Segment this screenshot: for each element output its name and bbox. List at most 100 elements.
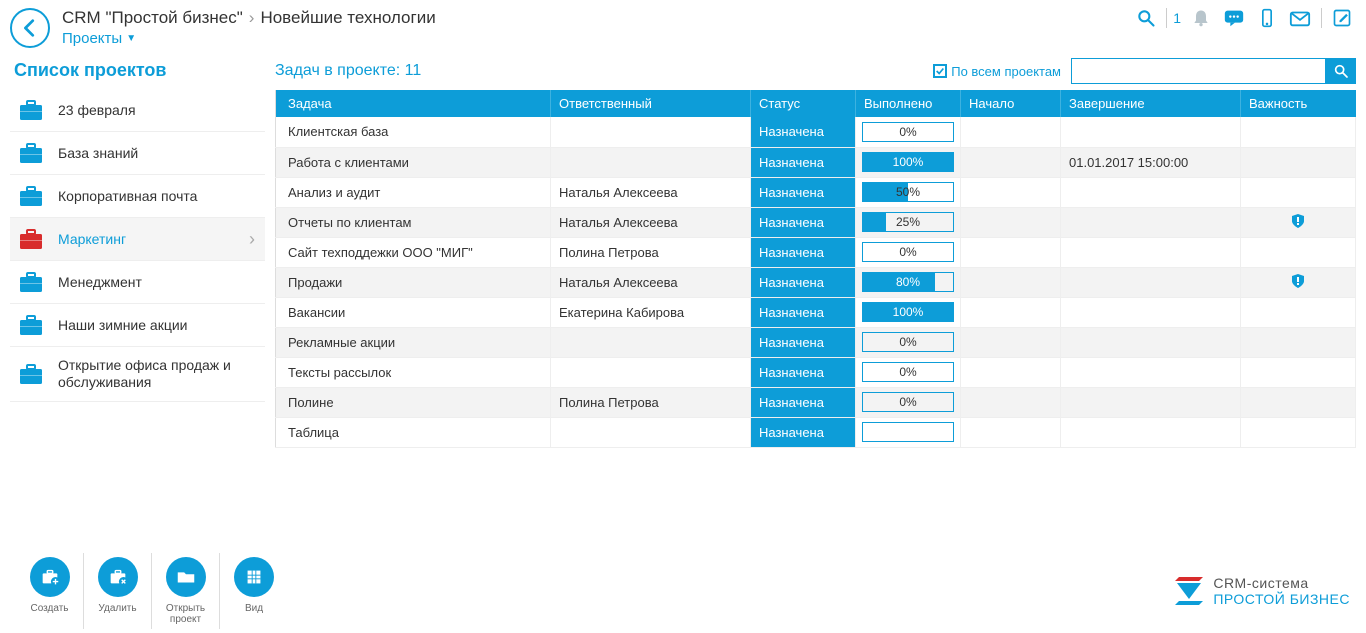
table-row[interactable]: Полине Полина Петрова Назначена 0% [276,387,1356,417]
progress-bar: 0% [862,122,954,142]
cell-status: Назначена [751,237,856,267]
chat-button[interactable] [1219,6,1249,30]
cell-responsible [551,117,751,147]
sidebar-item-project[interactable]: База знаний [10,132,265,175]
progress-bar: 50% [862,182,954,202]
col-done[interactable]: Выполнено [856,90,961,117]
content-area: Задач в проекте: 11 По всем проектам Зад… [265,52,1366,548]
cell-responsible [551,357,751,387]
sidebar-item-label: Маркетинг [58,231,126,248]
briefcase-x-icon [107,566,129,588]
cell-done: 80% [856,267,961,297]
bell-button[interactable] [1187,6,1215,30]
progress-value: 50% [863,183,953,201]
progress-bar: 0% [862,332,954,352]
cell-start [961,267,1061,297]
tasks-table: Задача Ответственный Статус Выполнено На… [275,90,1356,448]
cell-status: Назначена [751,267,856,297]
search-button[interactable] [1326,58,1356,84]
cell-start [961,417,1061,447]
cell-importance [1241,147,1356,177]
progress-bar [862,422,954,442]
col-responsible[interactable]: Ответственный [551,90,751,117]
cell-start [961,177,1061,207]
sidebar-item-project[interactable]: Корпоративная почта [10,175,265,218]
create-button[interactable]: Создать [16,553,84,629]
cell-responsible: Наталья Алексеева [551,207,751,237]
cell-done: 25% [856,207,961,237]
dropdown-triangle-icon: ▼ [126,33,136,44]
edit-button[interactable] [1328,6,1356,30]
cell-responsible: Наталья Алексеева [551,177,751,207]
progress-bar: 80% [862,272,954,292]
table-row[interactable]: Сайт техподдежки ООО "МИГ" Полина Петров… [276,237,1356,267]
breadcrumb-project[interactable]: Новейшие технологии [260,8,435,28]
projects-dropdown[interactable]: Проекты ▼ [62,30,1132,47]
search-icon-button[interactable] [1132,6,1160,30]
table-row[interactable]: Работа с клиентами Назначена 100% 01.01.… [276,147,1356,177]
progress-value: 25% [863,213,953,231]
sidebar-item-label: Корпоративная почта [58,188,197,205]
sidebar-item-project[interactable]: Наши зимние акции [10,304,265,347]
table-row[interactable]: Рекламные акции Назначена 0% [276,327,1356,357]
header-toolbar: 1 [1132,4,1356,30]
col-status[interactable]: Статус [751,90,856,117]
table-row[interactable]: Продажи Наталья Алексеева Назначена 80% [276,267,1356,297]
cell-task: Отчеты по клиентам [276,207,551,237]
cell-responsible: Екатерина Кабирова [551,297,751,327]
col-start[interactable]: Начало [961,90,1061,117]
folder-icon [175,566,197,588]
sidebar-item-project[interactable]: 23 февраля [10,89,265,132]
table-row[interactable]: Отчеты по клиентам Наталья Алексеева Наз… [276,207,1356,237]
content-toolbar: Задач в проекте: 11 По всем проектам [275,58,1356,84]
col-end[interactable]: Завершение [1061,90,1241,117]
cell-start [961,147,1061,177]
cell-responsible: Полина Петрова [551,237,751,267]
cell-importance [1241,387,1356,417]
view-button[interactable]: Вид [220,553,288,629]
delete-label: Удалить [98,603,136,614]
cell-task: Сайт техподдежки ООО "МИГ" [276,237,551,267]
mail-button[interactable] [1285,6,1315,30]
breadcrumb: CRM "Простой бизнес" › Новейшие технолог… [62,4,1132,28]
breadcrumb-app[interactable]: CRM "Простой бизнес" [62,8,243,28]
all-projects-checkbox[interactable]: По всем проектам [933,64,1061,79]
sidebar-item-label: База знаний [58,145,138,162]
table-row[interactable]: Анализ и аудит Наталья Алексеева Назначе… [276,177,1356,207]
sidebar-item-project[interactable]: Открытие офиса продаж и обслуживания [10,347,265,402]
briefcase-icon [18,314,44,336]
table-row[interactable]: Таблица Назначена [276,417,1356,447]
delete-button[interactable]: Удалить [84,553,152,629]
chat-icon [1223,8,1245,28]
back-button[interactable] [10,8,50,48]
sidebar-item-project[interactable]: Менеджмент [10,261,265,304]
cell-status: Назначена [751,117,856,147]
cell-task: Рекламные акции [276,327,551,357]
sidebar-item-label: Менеджмент [58,274,142,291]
breadcrumb-separator: › [249,8,255,28]
progress-bar: 25% [862,212,954,232]
col-importance[interactable]: Важность [1241,90,1356,117]
progress-value: 0% [863,333,953,351]
progress-value: 80% [863,273,953,291]
cell-importance [1241,207,1356,237]
projects-dropdown-label: Проекты [62,30,122,47]
sidebar-item-project[interactable]: Маркетинг › [10,218,265,261]
cell-responsible: Наталья Алексеева [551,267,751,297]
table-row[interactable]: Вакансии Екатерина Кабирова Назначена 10… [276,297,1356,327]
checkbox-icon [933,64,947,78]
cell-status: Назначена [751,417,856,447]
cell-status: Назначена [751,357,856,387]
col-task[interactable]: Задача [276,90,551,117]
open-project-button[interactable]: Открыть проект [152,553,220,629]
search-input[interactable] [1071,58,1326,84]
cell-done: 0% [856,237,961,267]
phone-button[interactable] [1253,6,1281,30]
sidebar-title: Список проектов [10,58,265,89]
cell-importance [1241,297,1356,327]
table-row[interactable]: Клиентская база Назначена 0% [276,117,1356,147]
cell-start [961,387,1061,417]
table-row[interactable]: Тексты рассылок Назначена 0% [276,357,1356,387]
footer-buttons: Создать Удалить Открыть проект Вид [16,553,288,629]
cell-start [961,117,1061,147]
